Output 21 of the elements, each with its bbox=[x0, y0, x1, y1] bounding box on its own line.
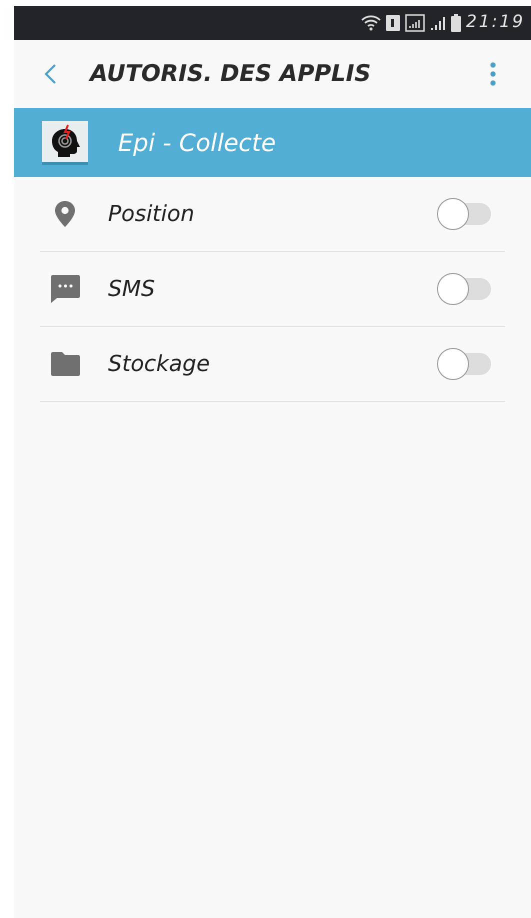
permission-toggle[interactable] bbox=[437, 273, 491, 305]
more-options-icon bbox=[490, 62, 496, 86]
battery-icon bbox=[451, 14, 461, 32]
permission-toggle[interactable] bbox=[437, 348, 491, 380]
permission-label: Position bbox=[108, 200, 196, 228]
app-name: Epi - Collecte bbox=[118, 128, 276, 158]
signal-icon bbox=[405, 14, 425, 32]
sim-card-icon bbox=[386, 15, 400, 31]
app-logo-icon bbox=[42, 120, 88, 164]
permission-label: SMS bbox=[108, 276, 156, 304]
folder-icon bbox=[50, 352, 80, 376]
more-options-button[interactable] bbox=[489, 61, 497, 87]
signal-icon bbox=[430, 15, 446, 31]
wifi-icon bbox=[361, 15, 381, 31]
screen-title: AUTORIS. DES APPLIS bbox=[90, 60, 372, 89]
permission-label: Stockage bbox=[108, 350, 211, 378]
back-icon bbox=[44, 64, 56, 84]
clock-time: 21:19 bbox=[466, 11, 525, 34]
permission-toggle[interactable] bbox=[437, 198, 491, 230]
message-icon bbox=[50, 275, 80, 303]
location-pin-icon bbox=[55, 201, 75, 227]
